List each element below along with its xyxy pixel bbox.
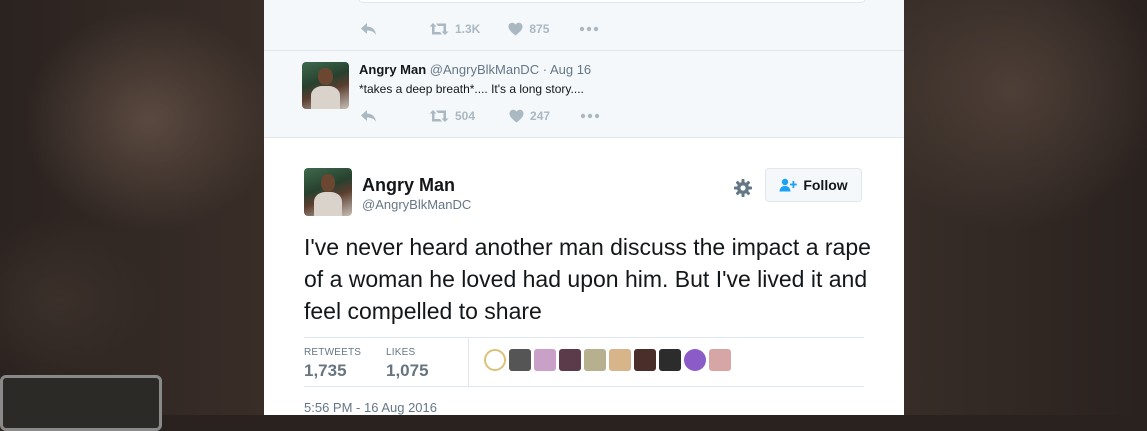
- liker-avatar[interactable]: [559, 349, 581, 371]
- author-name[interactable]: Angry Man: [359, 62, 426, 77]
- tweet-actions: 504 247: [360, 109, 630, 123]
- author-handle[interactable]: @AngryBlkManDC: [362, 197, 471, 212]
- previous-tweet-actions: 1.3K 875: [360, 22, 629, 36]
- tweet-header: Angry Man @AngryBlkManDC · Aug 16: [359, 62, 591, 77]
- like-button[interactable]: 875: [508, 22, 549, 36]
- follow-button[interactable]: Follow: [765, 168, 862, 202]
- author-name[interactable]: Angry Man: [362, 175, 455, 196]
- liker-avatar[interactable]: [709, 349, 731, 371]
- like-count: 247: [530, 109, 551, 123]
- heart-icon: [508, 22, 523, 36]
- reply-button[interactable]: [360, 22, 377, 36]
- retweet-button[interactable]: 1.3K: [429, 22, 480, 36]
- reply-icon: [361, 110, 376, 122]
- like-count: 875: [529, 22, 550, 36]
- stats-divider: [468, 338, 469, 386]
- retweets-stat[interactable]: RETWEETS 1,735: [304, 347, 361, 381]
- more-button[interactable]: [579, 26, 599, 32]
- reply-button[interactable]: [360, 109, 377, 123]
- likes-stat[interactable]: LIKES 1,075: [386, 347, 429, 381]
- quoted-tweet-edge: [358, 0, 866, 3]
- likes-label: LIKES: [386, 347, 416, 358]
- gear-icon[interactable]: [733, 178, 753, 198]
- liker-avatar[interactable]: [584, 349, 606, 371]
- liker-avatar[interactable]: [634, 349, 656, 371]
- retweets-label: RETWEETS: [304, 347, 362, 358]
- more-button[interactable]: [580, 113, 600, 119]
- liker-avatars: [484, 349, 731, 371]
- separator-dot: ·: [542, 62, 548, 77]
- author-handle[interactable]: @AngryBlkManDC: [430, 62, 539, 77]
- background-video-frame: [0, 375, 162, 431]
- more-icon: [580, 26, 599, 32]
- tweet-permalink-overlay: 1.3K 875 Angry Man @AngryBlkManDC · Aug …: [264, 0, 904, 415]
- tweet-stats: RETWEETS 1,735 LIKES 1,075: [304, 337, 864, 387]
- avatar[interactable]: [302, 62, 349, 109]
- likes-value: 1,075: [386, 361, 429, 380]
- retweet-icon: [429, 110, 449, 122]
- retweet-count: 1.3K: [455, 22, 481, 36]
- heart-icon: [509, 109, 524, 123]
- like-button[interactable]: 247: [509, 109, 550, 123]
- retweet-icon: [429, 23, 449, 35]
- liker-avatar[interactable]: [684, 349, 706, 371]
- liker-avatar[interactable]: [484, 349, 506, 371]
- previous-tweet: 1.3K 875: [264, 0, 904, 51]
- liker-avatar[interactable]: [534, 349, 556, 371]
- ancestor-tweet[interactable]: Angry Man @AngryBlkManDC · Aug 16 *takes…: [264, 51, 904, 138]
- more-icon: [580, 113, 600, 119]
- add-user-icon: [779, 178, 798, 192]
- reply-icon: [361, 23, 376, 35]
- permalink-tweet: Angry Man @AngryBlkManDC Follow I've nev…: [264, 138, 904, 415]
- follow-label: Follow: [803, 177, 848, 193]
- liker-avatar[interactable]: [509, 349, 531, 371]
- tweet-text: I've never heard another man discuss the…: [304, 234, 871, 324]
- tweet-text: *takes a deep breath*.... It's a long st…: [359, 82, 584, 96]
- liker-avatar[interactable]: [609, 349, 631, 371]
- retweets-value: 1,735: [304, 361, 347, 380]
- avatar[interactable]: [304, 168, 352, 216]
- tweet-timestamp[interactable]: 5:56 PM - 16 Aug 2016: [304, 400, 437, 415]
- retweet-button[interactable]: 504: [429, 109, 475, 123]
- tweet-date[interactable]: Aug 16: [550, 62, 591, 77]
- liker-avatar[interactable]: [659, 349, 681, 371]
- retweet-count: 504: [455, 109, 476, 123]
